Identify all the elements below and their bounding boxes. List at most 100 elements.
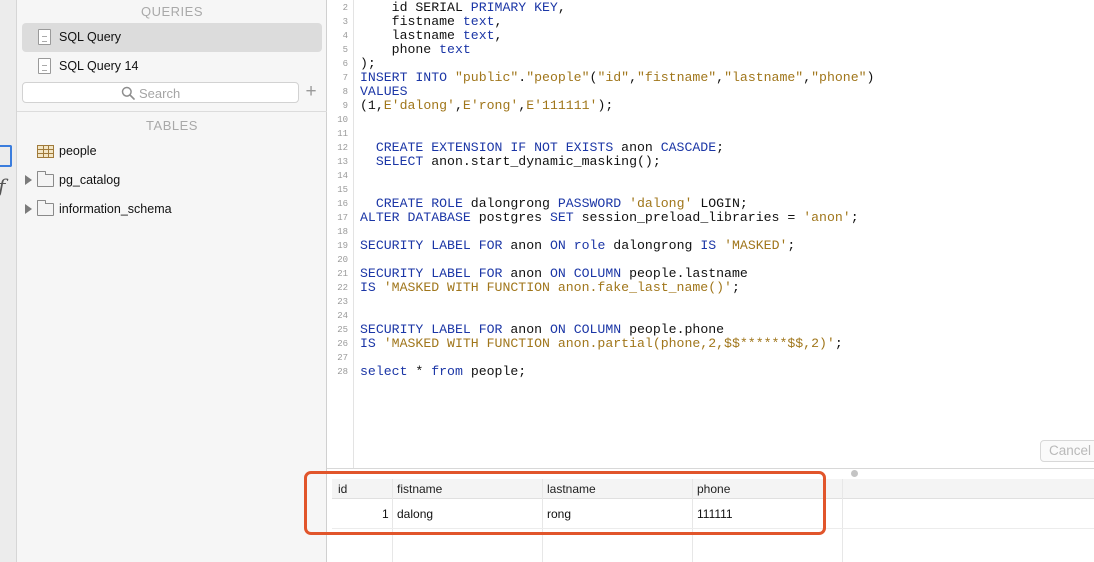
- sidebar-divider: [17, 111, 327, 112]
- column-separator[interactable]: [842, 479, 843, 562]
- code-line[interactable]: id SERIAL PRIMARY KEY,: [360, 1, 566, 15]
- line-number: 14: [337, 171, 348, 181]
- keyword-token: text: [462, 28, 495, 43]
- keyword-token: ON COLUMN: [549, 266, 630, 281]
- code-line[interactable]: lastname text,: [360, 28, 503, 43]
- code-token: );: [597, 98, 614, 113]
- line-number: 26: [337, 339, 348, 349]
- code-token: ): [866, 70, 875, 85]
- code-line[interactable]: SECURITY LABEL FOR anon ON role dalongro…: [360, 239, 795, 253]
- tree-label: people: [59, 144, 97, 158]
- code-line[interactable]: INSERT INTO "public"."people"("id","fist…: [360, 71, 874, 85]
- code-line[interactable]: );: [360, 57, 376, 71]
- string-token: "id": [597, 70, 630, 85]
- keyword-token: text: [462, 14, 495, 29]
- line-number: 2: [342, 3, 348, 13]
- code-token: phone: [360, 42, 440, 57]
- search-input[interactable]: Search: [22, 82, 299, 103]
- line-number: 22: [337, 283, 348, 293]
- keyword-token: ON COLUMN: [549, 322, 630, 337]
- string-token: "fistname": [637, 70, 717, 85]
- code-token: lastname: [360, 28, 463, 43]
- query-item-sql-query[interactable]: SQL Query: [22, 23, 322, 52]
- code-token: );: [360, 56, 376, 71]
- line-number: 21: [337, 269, 348, 279]
- keyword-token: CASCADE: [660, 140, 717, 155]
- tree-label: information_schema: [59, 202, 172, 216]
- code-token: ,: [494, 14, 503, 29]
- result-highlight-annotation: [304, 471, 826, 535]
- code-line[interactable]: IS 'MASKED WITH FUNCTION anon.partial(ph…: [360, 337, 843, 351]
- code-line[interactable]: ALTER DATABASE postgres SET session_prel…: [360, 211, 859, 225]
- string-token: "phone": [811, 70, 867, 85]
- left-toolbar-strip: ƒ: [0, 0, 17, 562]
- line-number: 15: [337, 185, 348, 195]
- code-line[interactable]: SECURITY LABEL FOR anon ON COLUMN people…: [360, 323, 724, 337]
- line-number: 25: [337, 325, 348, 335]
- code-line[interactable]: fistname text,: [360, 14, 503, 29]
- line-number: 11: [337, 129, 348, 139]
- code-line[interactable]: CREATE EXTENSION IF NOT EXISTS anon CASC…: [360, 141, 724, 155]
- code-token: ;: [787, 238, 796, 253]
- query-item-sql-query-14[interactable]: SQL Query 14: [22, 52, 322, 81]
- add-query-button[interactable]: +: [302, 80, 320, 104]
- code-token: ,: [454, 98, 463, 113]
- keyword-token: SECURITY LABEL FOR: [360, 238, 511, 253]
- code-token: people;: [470, 364, 527, 379]
- line-number: 20: [337, 255, 348, 265]
- resize-handle[interactable]: [851, 470, 858, 477]
- tree-label: pg_catalog: [59, 173, 121, 187]
- search-placeholder: Search: [139, 86, 181, 101]
- code-token: ;: [716, 140, 725, 155]
- line-number: 16: [337, 199, 348, 209]
- code-token: *: [415, 364, 432, 379]
- code-line[interactable]: CREATE ROLE dalongrong PASSWORD 'dalong'…: [360, 197, 748, 211]
- disclosure-arrow-icon[interactable]: [25, 204, 32, 214]
- keyword-token: CREATE ROLE: [375, 196, 471, 211]
- tables-tab-icon[interactable]: [0, 142, 12, 167]
- line-number: 18: [337, 227, 348, 237]
- string-token: E'111111': [526, 98, 598, 113]
- functions-tab-icon[interactable]: ƒ: [0, 174, 5, 198]
- code-line[interactable]: phone text: [360, 43, 471, 57]
- string-token: "public": [454, 70, 519, 85]
- keyword-token: SELECT: [375, 154, 432, 169]
- line-number: 17: [337, 213, 348, 223]
- line-number: 6: [342, 59, 348, 69]
- code-token: anon: [621, 140, 661, 155]
- code-token: ,: [803, 70, 812, 85]
- query-label: SQL Query: [59, 30, 122, 44]
- tree-item-pg-catalog[interactable]: pg_catalog: [17, 166, 327, 194]
- line-number-gutter: 2 3 4 5 6 7 8 9 10 11 12 13 14 15 16 17 18 19 20 21 22 23 24 25…: [327, 0, 354, 468]
- line-number: 7: [342, 73, 348, 83]
- code-line[interactable]: IS 'MASKED WITH FUNCTION anon.fake_last_…: [360, 281, 740, 295]
- keyword-token: PASSWORD: [557, 196, 630, 211]
- keyword-token: ON: [549, 238, 574, 253]
- code-line[interactable]: (1,E'dalong',E'rong',E'111111');: [360, 99, 613, 113]
- sql-file-icon: [38, 58, 51, 74]
- sql-editor[interactable]: 2 3 4 5 6 7 8 9 10 11 12 13 14 15 16 17 18 19 20 21 22 23 24 25…: [327, 0, 1094, 468]
- tables-heading: TABLES: [146, 118, 198, 133]
- code-token: people.lastname: [629, 266, 748, 281]
- tree-item-information-schema[interactable]: information_schema: [17, 195, 327, 223]
- code-token: (1,: [360, 98, 384, 113]
- code-token: anon: [510, 322, 550, 337]
- folder-icon: [37, 171, 54, 187]
- line-number: 5: [342, 45, 348, 55]
- line-number: 9: [342, 101, 348, 111]
- code-line[interactable]: SECURITY LABEL FOR anon ON COLUMN people…: [360, 267, 748, 281]
- code-token: people.phone: [629, 322, 725, 337]
- line-number: 19: [337, 241, 348, 251]
- keyword-token: SECURITY LABEL FOR: [360, 322, 511, 337]
- disclosure-arrow-icon[interactable]: [25, 175, 32, 185]
- keyword-token: SET: [549, 210, 582, 225]
- tree-item-people[interactable]: people: [17, 137, 327, 165]
- code-token: anon: [510, 266, 550, 281]
- code-line[interactable]: VALUES: [360, 85, 407, 99]
- code-line[interactable]: select * from people;: [360, 365, 526, 379]
- code-line[interactable]: SELECT anon.start_dynamic_masking();: [360, 155, 661, 169]
- line-number: 23: [337, 297, 348, 307]
- cancel-button[interactable]: Cancel: [1040, 440, 1094, 462]
- string-token: 'MASKED': [724, 238, 788, 253]
